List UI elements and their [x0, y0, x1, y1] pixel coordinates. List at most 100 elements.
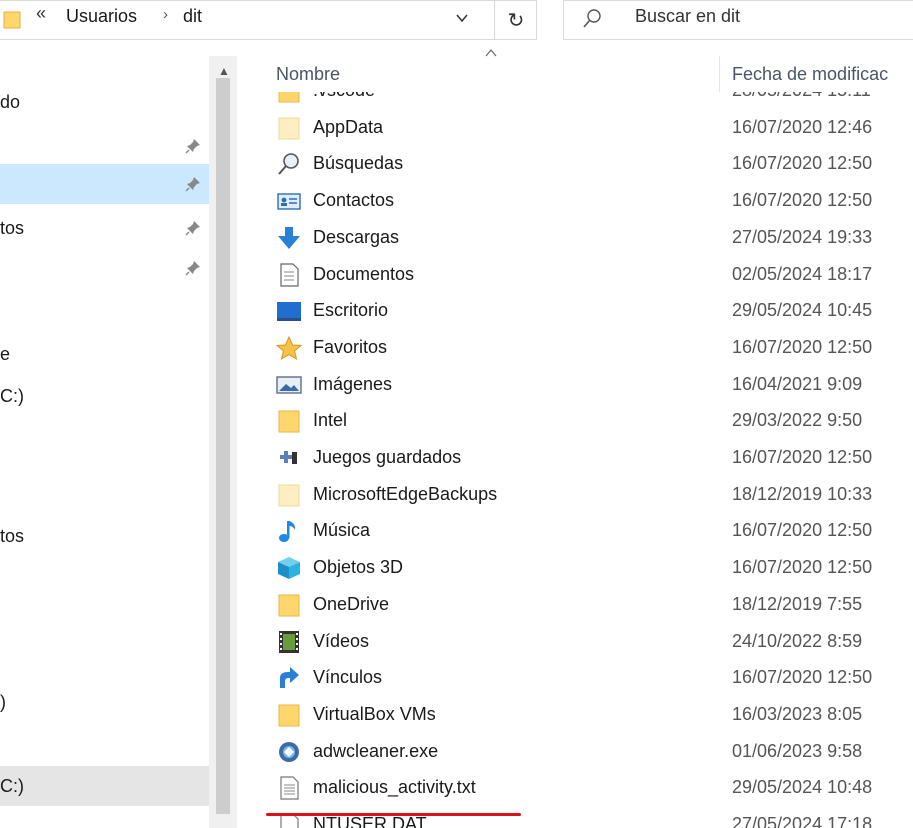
file-row[interactable]: malicious_activity.txt 29/05/2024 10:48 — [240, 769, 913, 806]
red-underline-annotation — [266, 813, 521, 816]
file-row[interactable]: VirtualBox VMs 16/03/2023 8:05 — [240, 696, 913, 733]
folder-icon — [276, 409, 302, 433]
nav-item-2[interactable] — [0, 126, 209, 166]
chevron-down-icon[interactable] — [455, 11, 469, 25]
file-row[interactable]: Favoritos 16/07/2020 12:50 — [240, 329, 913, 366]
nav-item-5[interactable]: e — [0, 334, 209, 374]
file-name[interactable]: Imágenes — [313, 374, 392, 395]
file-row[interactable]: Documentos 02/05/2024 18:17 — [240, 256, 913, 293]
folder-icon — [276, 92, 302, 103]
file-name[interactable]: .vscode — [313, 92, 375, 101]
file-row[interactable]: Vínculos 16/07/2020 12:50 — [240, 659, 913, 696]
file-row[interactable]: Música 16/07/2020 12:50 — [240, 512, 913, 549]
file-name[interactable]: MicrosoftEdgeBackups — [313, 484, 497, 505]
search-input[interactable]: Buscar en dit — [635, 6, 740, 27]
nav-item-6[interactable]: C:) — [0, 376, 209, 416]
nav-item-4[interactable] — [0, 248, 209, 288]
file-date: 18/12/2019 7:55 — [732, 593, 863, 614]
pin-icon — [185, 139, 200, 154]
file-name[interactable]: AppData — [313, 117, 383, 138]
nav-item-7[interactable]: tos — [0, 516, 209, 556]
search-folder-icon — [276, 152, 302, 176]
file-name[interactable]: Juegos guardados — [313, 447, 461, 468]
file-row[interactable]: Búsquedas 16/07/2020 12:50 — [240, 145, 913, 182]
nav-item-label: tos — [0, 218, 25, 238]
file-row[interactable]: Juegos guardados 16/07/2020 12:50 — [240, 439, 913, 476]
overflow-chevron-icon[interactable]: « — [36, 3, 46, 24]
file-row[interactable]: OneDrive 18/12/2019 7:55 — [240, 586, 913, 623]
file-name[interactable]: Búsquedas — [313, 153, 403, 174]
file-date: 28/05/2024 15:11 — [732, 92, 871, 101]
file-row[interactable]: Intel 29/03/2022 9:50 — [240, 402, 913, 439]
file-row[interactable]: Vídeos 24/10/2022 8:59 — [240, 623, 913, 660]
file-row[interactable]: MicrosoftEdgeBackups 18/12/2019 10:33 — [240, 476, 913, 513]
column-header-date[interactable]: Fecha de modificac — [732, 64, 888, 85]
column-header-name[interactable]: Nombre — [276, 64, 340, 85]
file-name[interactable]: Vídeos — [313, 631, 369, 652]
file-name[interactable]: adwcleaner.exe — [313, 741, 438, 762]
pictures-icon — [276, 373, 302, 397]
nav-item-1[interactable]: do — [0, 82, 209, 122]
file-name[interactable]: Vínculos — [313, 667, 382, 688]
file-date: 18/12/2019 10:33 — [732, 483, 873, 504]
nav-item-9[interactable]: C:) — [0, 766, 209, 806]
nav-item-label: e — [0, 344, 11, 364]
file-row[interactable]: Contactos 16/07/2020 12:50 — [240, 182, 913, 219]
file-row[interactable]: NTUSER.DAT 27/05/2024 17:18 — [240, 806, 913, 828]
file-date: 27/05/2024 19:33 — [732, 226, 873, 247]
file-row[interactable]: AppData 16/07/2020 12:46 — [240, 109, 913, 146]
file-row[interactable]: Descargas 27/05/2024 19:33 — [240, 219, 913, 256]
file-list: .vscode 28/05/2024 15:11 AppData 16/07/2020… — [240, 92, 913, 828]
breadcrumb-dit[interactable]: dit — [183, 6, 202, 27]
file-name[interactable]: Contactos — [313, 190, 394, 211]
app-globe-icon — [276, 740, 302, 764]
folder-icon — [276, 703, 302, 727]
search-box[interactable]: Buscar en dit — [563, 0, 913, 40]
file-name[interactable]: Documentos — [313, 264, 414, 285]
music-note-icon — [276, 519, 302, 543]
file-row[interactable]: Objetos 3D 16/07/2020 12:50 — [240, 549, 913, 586]
column-divider[interactable] — [719, 56, 720, 92]
file-name[interactable]: Objetos 3D — [313, 557, 403, 578]
nav-item-selected[interactable] — [0, 164, 209, 204]
folder-icon — [3, 11, 21, 29]
nav-item-8[interactable]: ) — [0, 682, 209, 722]
nav-item-label: tos — [0, 526, 25, 546]
pin-icon — [185, 221, 200, 236]
file-name[interactable]: malicious_activity.txt — [313, 777, 476, 798]
file-row[interactable]: Escritorio 29/05/2024 10:45 — [240, 292, 913, 329]
file-date: 16/07/2020 12:46 — [732, 116, 873, 137]
file-name[interactable]: Intel — [313, 410, 347, 431]
file-date: 02/05/2024 18:17 — [732, 263, 873, 284]
refresh-button[interactable]: ↻ — [494, 1, 537, 39]
file-name[interactable]: Favoritos — [313, 337, 387, 358]
pin-icon — [185, 177, 200, 192]
file-name[interactable]: Escritorio — [313, 300, 388, 321]
film-icon — [276, 630, 302, 654]
file-date: 16/07/2020 12:50 — [732, 190, 873, 211]
breadcrumb-separator-icon[interactable]: › — [163, 6, 168, 23]
file-name[interactable]: Música — [313, 520, 370, 541]
nav-item-label: ) — [0, 692, 6, 712]
file-date: 16/07/2020 12:50 — [732, 336, 873, 357]
file-name[interactable]: NTUSER.DAT — [313, 814, 427, 828]
file-name[interactable]: VirtualBox VMs — [313, 704, 436, 725]
file-date: 16/07/2020 12:50 — [732, 153, 873, 174]
scrollbar-thumb[interactable] — [216, 78, 230, 814]
file-date: 16/07/2020 12:50 — [732, 557, 873, 578]
file-date: 27/05/2024 17:18 — [732, 814, 873, 828]
nav-scrollbar[interactable]: ▲ — [209, 56, 237, 828]
file-name[interactable]: OneDrive — [313, 594, 389, 615]
file-row[interactable]: adwcleaner.exe 01/06/2023 9:58 — [240, 733, 913, 770]
breadcrumb-usuarios[interactable]: Usuarios — [66, 6, 137, 27]
file-date: 16/03/2023 8:05 — [732, 703, 863, 724]
file-row[interactable]: .vscode 28/05/2024 15:11 — [240, 92, 913, 109]
nav-item-3[interactable]: tos — [0, 208, 209, 248]
file-date: 01/06/2023 9:58 — [732, 740, 863, 761]
address-bar[interactable]: « Usuarios › dit ↻ — [0, 0, 537, 40]
file-name[interactable]: Descargas — [313, 227, 399, 248]
pin-icon — [185, 261, 200, 276]
shortcut-arrow-icon — [276, 666, 302, 690]
file-row[interactable]: Imágenes 16/04/2021 9:09 — [240, 366, 913, 403]
scroll-up-icon[interactable]: ▲ — [218, 64, 230, 78]
